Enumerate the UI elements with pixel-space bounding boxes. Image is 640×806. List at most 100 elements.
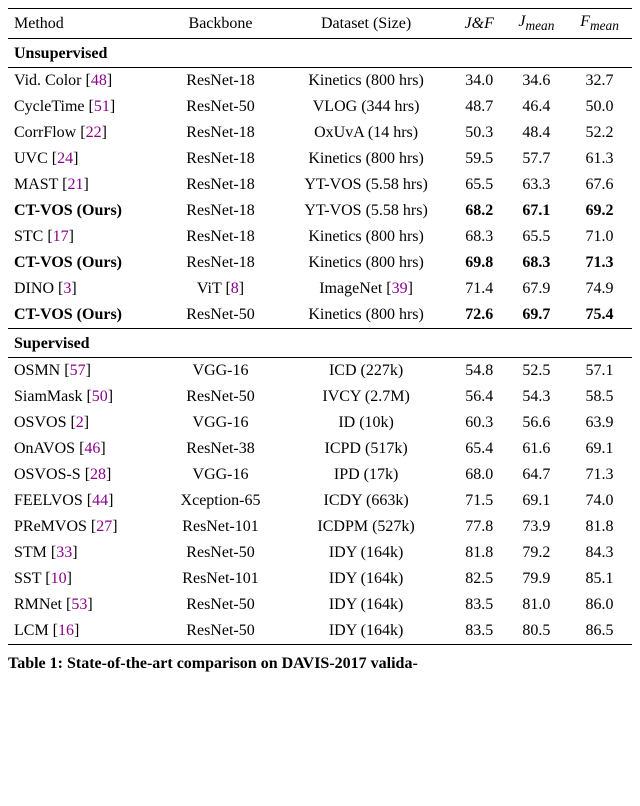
table-row: SiamMask [50]ResNet-50IVCY (2.7M)56.454.… (8, 384, 632, 410)
jf-cell: 68.2 (453, 198, 506, 224)
col-jmean: Jmean (506, 9, 567, 39)
jmean-cell: 61.6 (506, 436, 567, 462)
table-row: LCM [16]ResNet-50IDY (164k)83.580.586.5 (8, 618, 632, 645)
table-row: DINO [3]ViT [8]ImageNet [39]71.467.974.9 (8, 276, 632, 302)
fmean-cell: 81.8 (567, 514, 632, 540)
method-cell: OSVOS [2] (8, 410, 162, 436)
table-row: RMNet [53]ResNet-50IDY (164k)83.581.086.… (8, 592, 632, 618)
fmean-cell: 74.0 (567, 488, 632, 514)
method-cell: OnAVOS [46] (8, 436, 162, 462)
table-row: SST [10]ResNet-101IDY (164k)82.579.985.1 (8, 566, 632, 592)
col-dataset: Dataset (Size) (279, 9, 452, 39)
method-cell: DINO [3] (8, 276, 162, 302)
backbone-cell: ResNet-101 (162, 514, 280, 540)
table-row: CT-VOS (Ours)ResNet-18Kinetics (800 hrs)… (8, 250, 632, 276)
jf-cell: 68.3 (453, 224, 506, 250)
fmean-cell: 84.3 (567, 540, 632, 566)
col-method: Method (8, 9, 162, 39)
jf-cell: 77.8 (453, 514, 506, 540)
jmean-cell: 52.5 (506, 358, 567, 385)
method-cell: Vid. Color [48] (8, 68, 162, 95)
method-cell: CT-VOS (Ours) (8, 250, 162, 276)
method-cell: RMNet [53] (8, 592, 162, 618)
dataset-cell: ID (10k) (279, 410, 452, 436)
jmean-cell: 64.7 (506, 462, 567, 488)
dataset-cell: ICDPM (527k) (279, 514, 452, 540)
results-table: Method Backbone Dataset (Size) J&F Jmean… (8, 8, 632, 645)
jmean-cell: 69.7 (506, 302, 567, 329)
method-cell: FEELVOS [44] (8, 488, 162, 514)
backbone-cell: ResNet-50 (162, 592, 280, 618)
method-cell: SiamMask [50] (8, 384, 162, 410)
fmean-cell: 74.9 (567, 276, 632, 302)
dataset-cell: IDY (164k) (279, 566, 452, 592)
col-backbone: Backbone (162, 9, 280, 39)
jmean-cell: 34.6 (506, 68, 567, 95)
jmean-cell: 79.2 (506, 540, 567, 566)
backbone-cell: ViT [8] (162, 276, 280, 302)
backbone-cell: ResNet-50 (162, 302, 280, 329)
backbone-cell: ResNet-50 (162, 384, 280, 410)
method-cell: CT-VOS (Ours) (8, 302, 162, 329)
dataset-cell: ICDY (663k) (279, 488, 452, 514)
jmean-cell: 73.9 (506, 514, 567, 540)
col-fmean: Fmean (567, 9, 632, 39)
jmean-cell: 79.9 (506, 566, 567, 592)
table-row: MAST [21]ResNet-18YT-VOS (5.58 hrs)65.56… (8, 172, 632, 198)
fmean-cell: 50.0 (567, 94, 632, 120)
fmean-cell: 61.3 (567, 146, 632, 172)
table-row: UVC [24]ResNet-18Kinetics (800 hrs)59.55… (8, 146, 632, 172)
method-cell: STC [17] (8, 224, 162, 250)
col-jf: J&F (453, 9, 506, 39)
dataset-cell: Kinetics (800 hrs) (279, 146, 452, 172)
jmean-cell: 54.3 (506, 384, 567, 410)
table-row: FEELVOS [44]Xception-65ICDY (663k)71.569… (8, 488, 632, 514)
method-cell: OSVOS-S [28] (8, 462, 162, 488)
dataset-cell: YT-VOS (5.58 hrs) (279, 172, 452, 198)
backbone-cell: ResNet-38 (162, 436, 280, 462)
fmean-cell: 58.5 (567, 384, 632, 410)
jf-cell: 72.6 (453, 302, 506, 329)
table-row: CycleTime [51]ResNet-50VLOG (344 hrs)48.… (8, 94, 632, 120)
method-cell: STM [33] (8, 540, 162, 566)
backbone-cell: Xception-65 (162, 488, 280, 514)
table-row: CT-VOS (Ours)ResNet-18YT-VOS (5.58 hrs)6… (8, 198, 632, 224)
method-cell: CT-VOS (Ours) (8, 198, 162, 224)
backbone-cell: ResNet-18 (162, 198, 280, 224)
jf-cell: 60.3 (453, 410, 506, 436)
jmean-cell: 80.5 (506, 618, 567, 645)
jf-cell: 65.4 (453, 436, 506, 462)
backbone-cell: ResNet-18 (162, 120, 280, 146)
fmean-cell: 32.7 (567, 68, 632, 95)
dataset-cell: Kinetics (800 hrs) (279, 224, 452, 250)
jmean-cell: 46.4 (506, 94, 567, 120)
jf-cell: 59.5 (453, 146, 506, 172)
fmean-cell: 52.2 (567, 120, 632, 146)
backbone-cell: VGG-16 (162, 462, 280, 488)
method-cell: OSMN [57] (8, 358, 162, 385)
section-header: Unsupervised (8, 39, 632, 68)
dataset-cell: ICPD (517k) (279, 436, 452, 462)
jf-cell: 82.5 (453, 566, 506, 592)
table-row: STC [17]ResNet-18Kinetics (800 hrs)68.36… (8, 224, 632, 250)
fmean-cell: 69.2 (567, 198, 632, 224)
jf-cell: 83.5 (453, 592, 506, 618)
jf-cell: 54.8 (453, 358, 506, 385)
jf-cell: 71.5 (453, 488, 506, 514)
method-cell: MAST [21] (8, 172, 162, 198)
table-row: OSVOS-S [28]VGG-16IPD (17k)68.064.771.3 (8, 462, 632, 488)
backbone-cell: ResNet-50 (162, 94, 280, 120)
fmean-cell: 57.1 (567, 358, 632, 385)
jf-cell: 81.8 (453, 540, 506, 566)
jmean-cell: 56.6 (506, 410, 567, 436)
fmean-cell: 71.3 (567, 250, 632, 276)
dataset-cell: Kinetics (800 hrs) (279, 68, 452, 95)
backbone-cell: ResNet-18 (162, 250, 280, 276)
method-cell: SST [10] (8, 566, 162, 592)
jf-cell: 56.4 (453, 384, 506, 410)
jmean-cell: 65.5 (506, 224, 567, 250)
fmean-cell: 67.6 (567, 172, 632, 198)
jf-cell: 68.0 (453, 462, 506, 488)
jmean-cell: 81.0 (506, 592, 567, 618)
backbone-cell: VGG-16 (162, 410, 280, 436)
